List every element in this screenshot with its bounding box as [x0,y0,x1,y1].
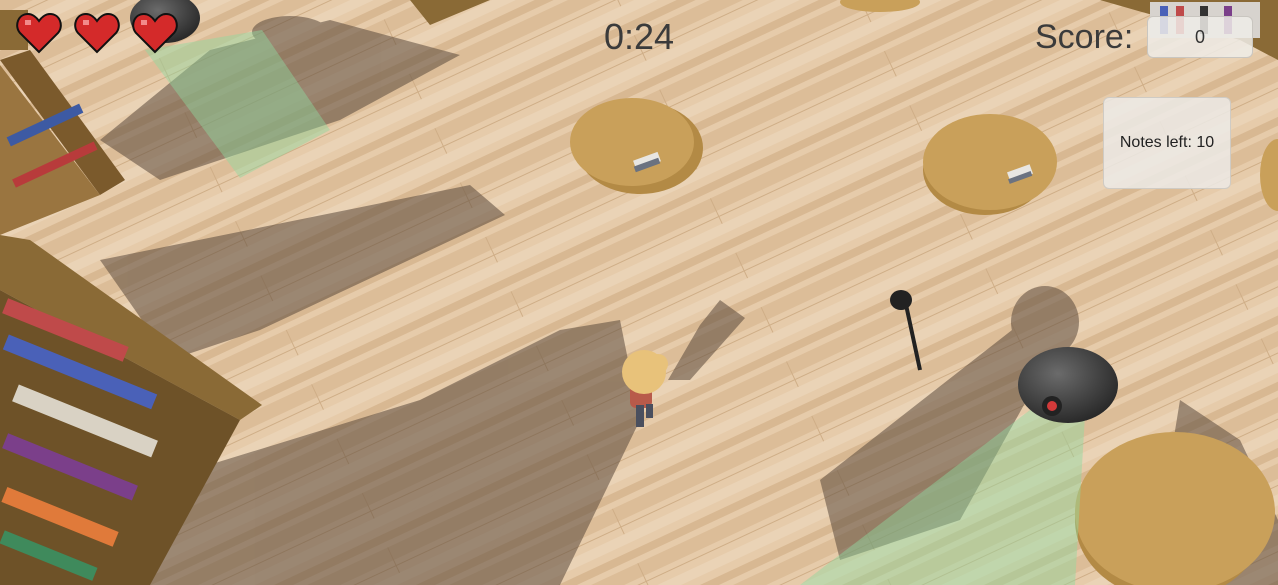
score-label: Score: [1035,18,1134,56]
table-3 [1075,432,1275,585]
game-scene [0,0,1278,585]
notes-left-label: Notes left: 10 [1119,134,1215,151]
score-value: 0 [1147,16,1253,58]
notes-left-panel: Notes left: 10 [1103,97,1231,189]
